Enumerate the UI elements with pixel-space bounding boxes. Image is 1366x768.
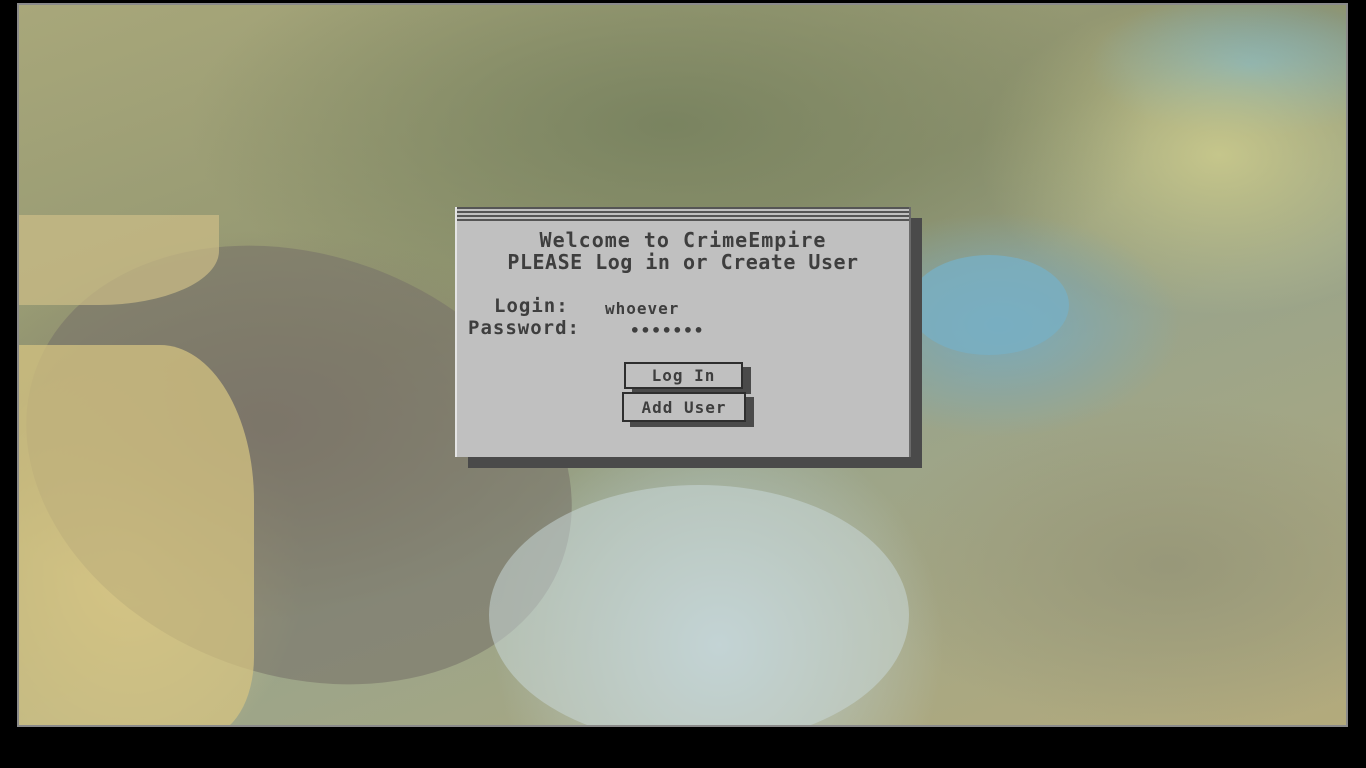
dialog-title-bar[interactable] <box>457 207 909 229</box>
password-input[interactable] <box>630 319 830 341</box>
lake-water <box>909 255 1069 355</box>
add-user-button[interactable]: Add User <box>622 392 746 422</box>
bay-water <box>489 485 909 725</box>
password-label: Password: <box>468 317 580 339</box>
login-dialog: Welcome to CrimeEmpire PLEASE Log in or … <box>455 207 911 457</box>
log-in-button[interactable]: Log In <box>624 362 743 389</box>
welcome-heading: Welcome to CrimeEmpire <box>539 228 827 252</box>
sandy-land <box>19 345 254 725</box>
instruction-text: PLEASE Log in or Create User <box>507 250 859 274</box>
game-screen: Welcome to CrimeEmpire PLEASE Log in or … <box>0 0 1366 768</box>
login-label: Login: <box>494 295 569 317</box>
login-input[interactable] <box>605 297 805 319</box>
